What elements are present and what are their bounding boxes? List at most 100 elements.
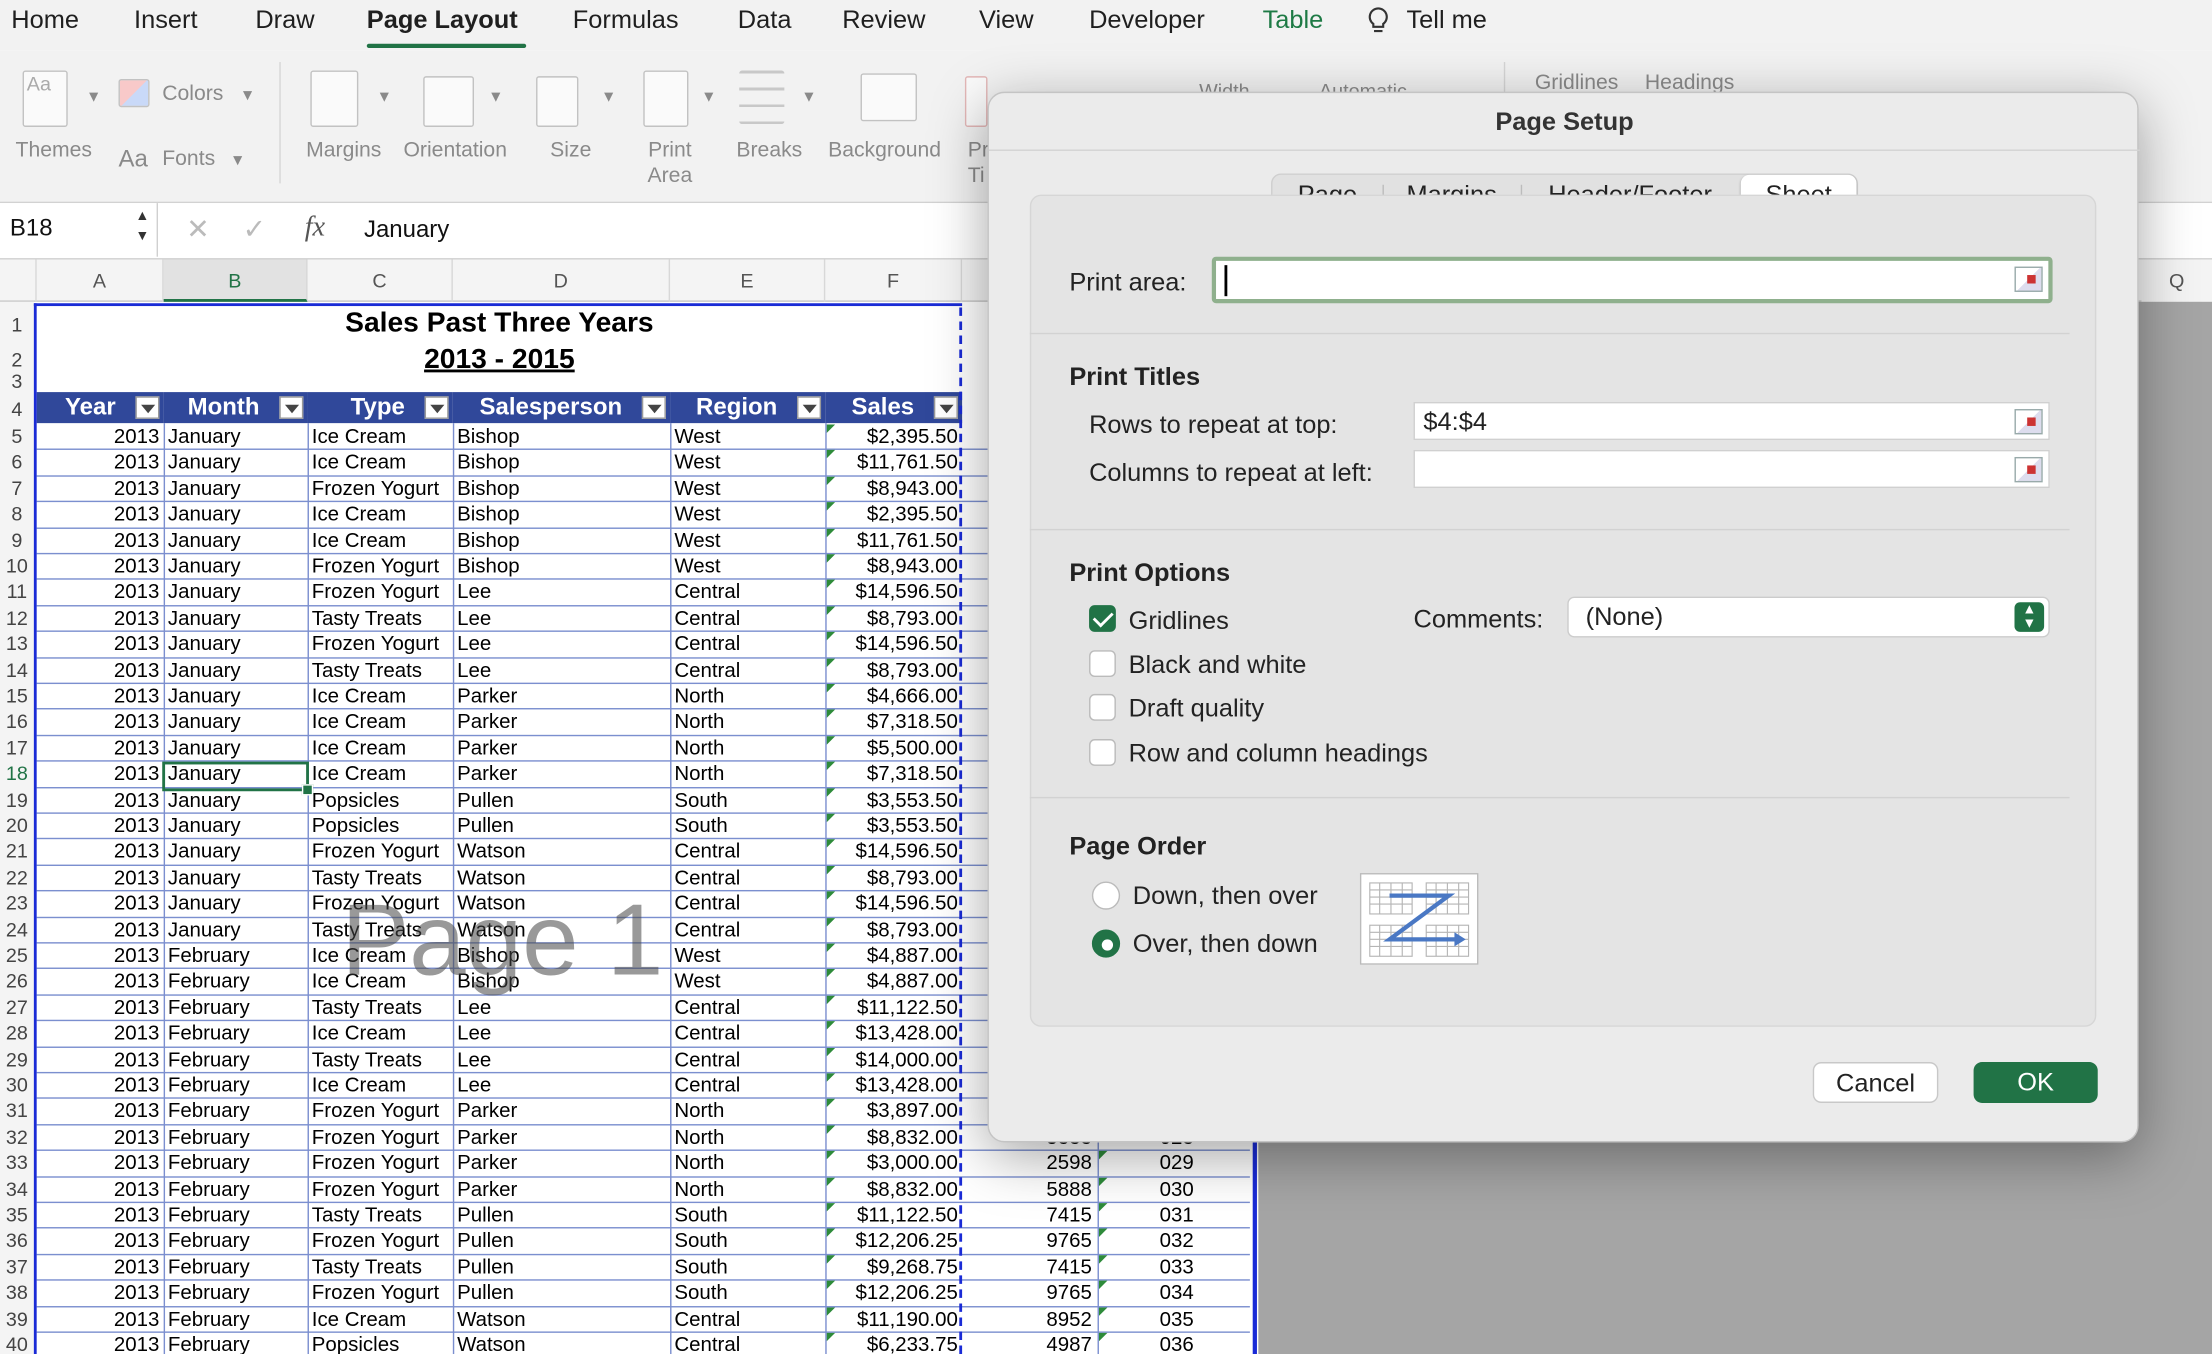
type-cell[interactable]: Tasty Treats bbox=[308, 658, 453, 683]
month-cell[interactable]: February bbox=[164, 970, 308, 995]
size-icon[interactable] bbox=[536, 76, 579, 127]
tab-data[interactable]: Data bbox=[738, 6, 792, 36]
filter-dropdown-icon[interactable] bbox=[797, 396, 822, 419]
select-all-corner[interactable] bbox=[0, 259, 37, 302]
type-cell[interactable]: Ice Cream bbox=[308, 736, 453, 761]
collapse-dialog-icon[interactable] bbox=[2014, 456, 2043, 483]
row-header[interactable]: 28 bbox=[0, 1021, 34, 1044]
header-type[interactable]: Type bbox=[307, 392, 453, 424]
type-cell[interactable]: Popsicles bbox=[308, 788, 453, 813]
sales-cell[interactable]: $4,666.00 bbox=[825, 684, 962, 709]
region-cell[interactable]: South bbox=[670, 814, 825, 839]
sales-cell[interactable]: $8,943.00 bbox=[825, 476, 962, 501]
header-year[interactable]: Year bbox=[36, 392, 164, 424]
sales-cell[interactable]: $8,832.00 bbox=[825, 1125, 962, 1150]
sales-cell[interactable]: $14,596.50 bbox=[825, 580, 962, 605]
gridlines-checkbox[interactable] bbox=[1089, 605, 1116, 632]
name-box-stepper[interactable]: ▲ ▼ bbox=[135, 207, 149, 246]
region-cell[interactable]: Central bbox=[670, 1307, 825, 1332]
name-box[interactable]: B18 bbox=[0, 203, 158, 257]
sales-cell[interactable]: $13,428.00 bbox=[825, 1073, 962, 1098]
select-arrows-icon[interactable]: ▲ ▼ bbox=[2014, 602, 2045, 632]
row-header[interactable]: 8 bbox=[0, 502, 34, 525]
extra-cell[interactable]: 029 bbox=[1160, 1151, 1231, 1177]
extra-cell[interactable]: 8952 bbox=[973, 1307, 1092, 1333]
header-month[interactable]: Month bbox=[163, 392, 308, 424]
sheet-subtitle[interactable]: 2013 - 2015 bbox=[37, 344, 962, 376]
filter-dropdown-icon[interactable] bbox=[933, 396, 958, 419]
month-cell[interactable]: January bbox=[164, 814, 308, 839]
year-cell[interactable]: 2013 bbox=[37, 658, 164, 683]
chevron-down-icon[interactable]: ▼ bbox=[488, 89, 503, 106]
type-cell[interactable]: Tasty Treats bbox=[308, 995, 453, 1020]
region-cell[interactable]: Central bbox=[670, 840, 825, 865]
type-cell[interactable]: Ice Cream bbox=[308, 762, 453, 787]
rows-repeat-input[interactable]: $4:$4 bbox=[1413, 401, 2050, 441]
year-cell[interactable]: 2013 bbox=[37, 944, 164, 969]
extra-cell[interactable]: 036 bbox=[1160, 1333, 1231, 1354]
row-header[interactable]: 6 bbox=[0, 450, 34, 473]
colors-button[interactable]: Colors bbox=[162, 82, 223, 106]
tab-draw[interactable]: Draw bbox=[255, 6, 314, 36]
sales-cell[interactable]: $4,887.00 bbox=[825, 970, 962, 995]
year-cell[interactable]: 2013 bbox=[37, 918, 164, 943]
enter-icon[interactable]: ✓ bbox=[243, 212, 267, 247]
salesperson-cell[interactable]: Watson bbox=[453, 1307, 670, 1332]
over-then-down-radio[interactable] bbox=[1091, 929, 1121, 958]
year-cell[interactable]: 2013 bbox=[37, 892, 164, 917]
region-cell[interactable]: North bbox=[670, 1099, 825, 1124]
month-cell[interactable]: February bbox=[164, 1203, 308, 1228]
extra-cell[interactable]: 5888 bbox=[973, 1177, 1092, 1203]
type-cell[interactable]: Popsicles bbox=[308, 814, 453, 839]
tab-page-layout[interactable]: Page Layout bbox=[367, 6, 518, 36]
filter-dropdown-icon[interactable] bbox=[135, 396, 160, 419]
month-cell[interactable]: January bbox=[164, 554, 308, 579]
salesperson-cell[interactable]: Bishop bbox=[453, 554, 670, 579]
year-cell[interactable]: 2013 bbox=[37, 762, 164, 787]
month-cell[interactable]: January bbox=[164, 866, 308, 891]
extra-cell[interactable]: 031 bbox=[1160, 1203, 1231, 1229]
salesperson-cell[interactable]: Parker bbox=[453, 1099, 670, 1124]
sales-cell[interactable]: $11,122.50 bbox=[825, 995, 962, 1020]
row-header[interactable]: 12 bbox=[0, 606, 34, 629]
salesperson-cell[interactable]: Pullen bbox=[453, 1203, 670, 1228]
sales-cell[interactable]: $8,793.00 bbox=[825, 606, 962, 631]
tab-developer[interactable]: Developer bbox=[1089, 6, 1205, 36]
tell-me[interactable]: Tell me bbox=[1406, 6, 1486, 36]
year-cell[interactable]: 2013 bbox=[37, 736, 164, 761]
year-cell[interactable]: 2013 bbox=[37, 502, 164, 527]
sales-cell[interactable]: $9,268.75 bbox=[825, 1255, 962, 1280]
tab-table[interactable]: Table bbox=[1263, 6, 1324, 36]
row-header[interactable]: 1 bbox=[0, 313, 34, 336]
chevron-down-icon[interactable]: ▼ bbox=[240, 87, 255, 104]
row-header[interactable]: 25 bbox=[0, 944, 34, 967]
month-cell[interactable]: February bbox=[164, 1177, 308, 1202]
extra-cell[interactable]: 030 bbox=[1160, 1177, 1231, 1203]
type-cell[interactable]: Frozen Yogurt bbox=[308, 1281, 453, 1306]
header-salesperson[interactable]: Salesperson bbox=[452, 392, 671, 424]
region-cell[interactable]: South bbox=[670, 1203, 825, 1228]
row-header[interactable]: 2 bbox=[0, 348, 34, 371]
year-cell[interactable]: 2013 bbox=[37, 632, 164, 657]
row-header[interactable]: 22 bbox=[0, 866, 34, 889]
row-header[interactable]: 39 bbox=[0, 1307, 34, 1330]
salesperson-cell[interactable]: Parker bbox=[453, 762, 670, 787]
region-cell[interactable]: North bbox=[670, 736, 825, 761]
background-icon[interactable] bbox=[860, 73, 917, 122]
salesperson-cell[interactable]: Bishop bbox=[453, 425, 670, 450]
salesperson-cell[interactable]: Bishop bbox=[453, 476, 670, 501]
type-cell[interactable]: Ice Cream bbox=[308, 1073, 453, 1098]
month-cell[interactable]: February bbox=[164, 944, 308, 969]
region-cell[interactable]: West bbox=[670, 554, 825, 579]
month-cell[interactable]: January bbox=[164, 606, 308, 631]
salesperson-cell[interactable]: Parker bbox=[453, 710, 670, 735]
cols-repeat-input[interactable] bbox=[1413, 449, 2050, 489]
row-header[interactable]: 20 bbox=[0, 814, 34, 837]
month-cell[interactable]: January bbox=[164, 580, 308, 605]
month-cell[interactable]: January bbox=[164, 684, 308, 709]
orientation-button[interactable]: Orientation bbox=[403, 138, 507, 163]
salesperson-cell[interactable]: Lee bbox=[453, 606, 670, 631]
row-header[interactable]: 26 bbox=[0, 970, 34, 993]
sales-cell[interactable]: $8,943.00 bbox=[825, 554, 962, 579]
region-cell[interactable]: Central bbox=[670, 918, 825, 943]
